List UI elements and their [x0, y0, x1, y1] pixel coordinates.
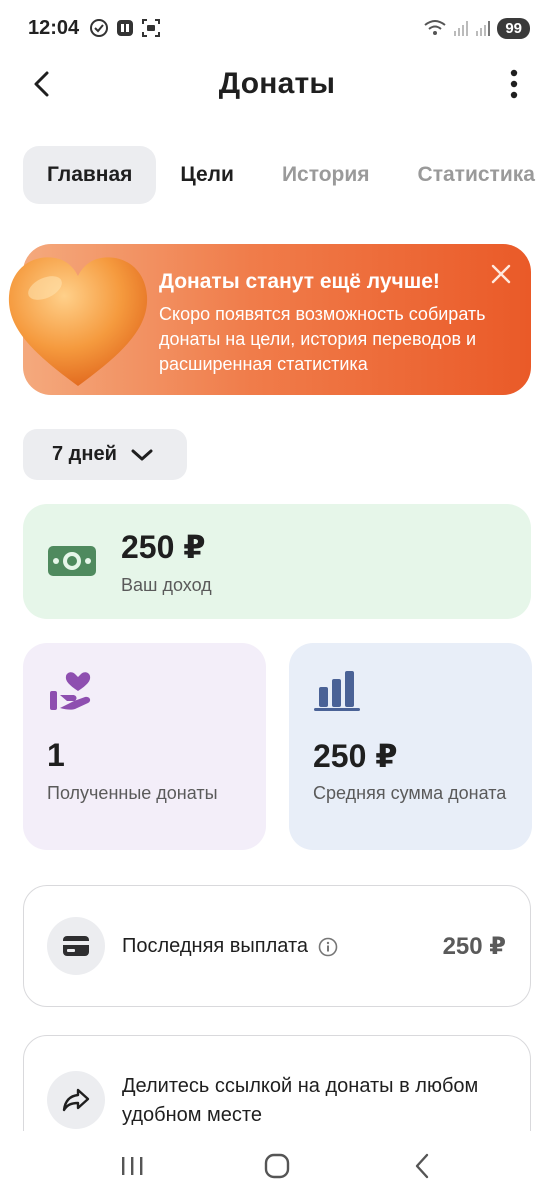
- received-donations-label: Полученные донаты: [47, 783, 218, 803]
- back-button[interactable]: [24, 66, 60, 102]
- system-icons: 99: [423, 17, 530, 39]
- close-icon: [491, 264, 511, 284]
- tab-bar: Главная Цели История Статистика: [23, 146, 554, 204]
- system-back-button[interactable]: [392, 1141, 452, 1191]
- tab-goals[interactable]: Цели: [156, 146, 258, 204]
- recent-apps-icon: [122, 1156, 143, 1175]
- received-donations-card: 1 Полученные донаты: [23, 643, 266, 850]
- app-icon: [117, 20, 134, 36]
- home-icon: [264, 1153, 290, 1178]
- more-vertical-icon: [510, 69, 518, 99]
- average-donation-label: Средняя сумма доната: [313, 783, 507, 803]
- chevron-down-icon: [131, 449, 153, 460]
- income-value: 250 ₽: [121, 529, 206, 565]
- card-icon: [63, 936, 89, 956]
- page-title: Донаты: [218, 67, 336, 100]
- more-options-button[interactable]: [500, 66, 528, 102]
- system-back-icon: [415, 1153, 428, 1178]
- tab-history[interactable]: История: [258, 146, 394, 204]
- average-donation-card: 250 ₽ Средняя сумма доната: [289, 643, 532, 850]
- check-circle-icon: [90, 19, 109, 37]
- tab-main[interactable]: Главная: [23, 146, 157, 204]
- promo-close-button[interactable]: [487, 260, 515, 288]
- recent-apps-button[interactable]: [102, 1141, 162, 1191]
- tab-statistics[interactable]: Статистика: [394, 146, 554, 204]
- battery-indicator: 99: [497, 17, 530, 39]
- income-label: Ваш доход: [121, 575, 212, 595]
- hand-heart-icon: [50, 672, 91, 710]
- screenshot-icon: [142, 19, 161, 37]
- share-icon-container: [47, 1071, 105, 1129]
- wifi-icon: [424, 20, 446, 35]
- promo-title: Донаты станут ещё лучше!: [159, 270, 440, 293]
- status-bar: 12:04 99: [0, 0, 554, 56]
- signal-icon-2: [476, 21, 491, 36]
- system-navigation-bar: [0, 1131, 554, 1200]
- money-icon: [48, 546, 96, 576]
- card-icon-container: [47, 917, 105, 975]
- last-payout-row[interactable]: Последняя выплата 250 ₽: [23, 885, 531, 1007]
- share-text: Делитесь ссылкой на донаты в любом удобн…: [122, 1075, 479, 1126]
- heart-icon: [8, 257, 148, 386]
- signal-icon: [454, 21, 469, 36]
- period-selector[interactable]: 7 дней: [23, 429, 187, 480]
- last-payout-value: 250 ₽: [442, 933, 506, 960]
- home-button[interactable]: [247, 1141, 307, 1191]
- bar-chart-icon: [314, 671, 360, 711]
- last-payout-label-wrap: Последняя выплата: [122, 935, 338, 958]
- last-payout-label: Последняя выплата: [122, 935, 309, 957]
- period-label: 7 дней: [52, 443, 117, 465]
- share-icon: [62, 1088, 90, 1112]
- average-donation-value: 250 ₽: [313, 738, 398, 774]
- info-icon[interactable]: [318, 937, 338, 957]
- income-card: 250 ₽ Ваш доход: [23, 504, 531, 619]
- notification-icons: [89, 18, 161, 38]
- promo-text: Скоро появятся возможность собирать дона…: [159, 304, 486, 374]
- promo-banner[interactable]: Донаты станут ещё лучше! Скоро появятся …: [8, 244, 531, 395]
- back-arrow-icon: [34, 71, 49, 97]
- top-app-bar: Донаты: [0, 56, 554, 112]
- received-donations-value: 1: [47, 737, 65, 773]
- status-time: 12:04: [28, 16, 80, 39]
